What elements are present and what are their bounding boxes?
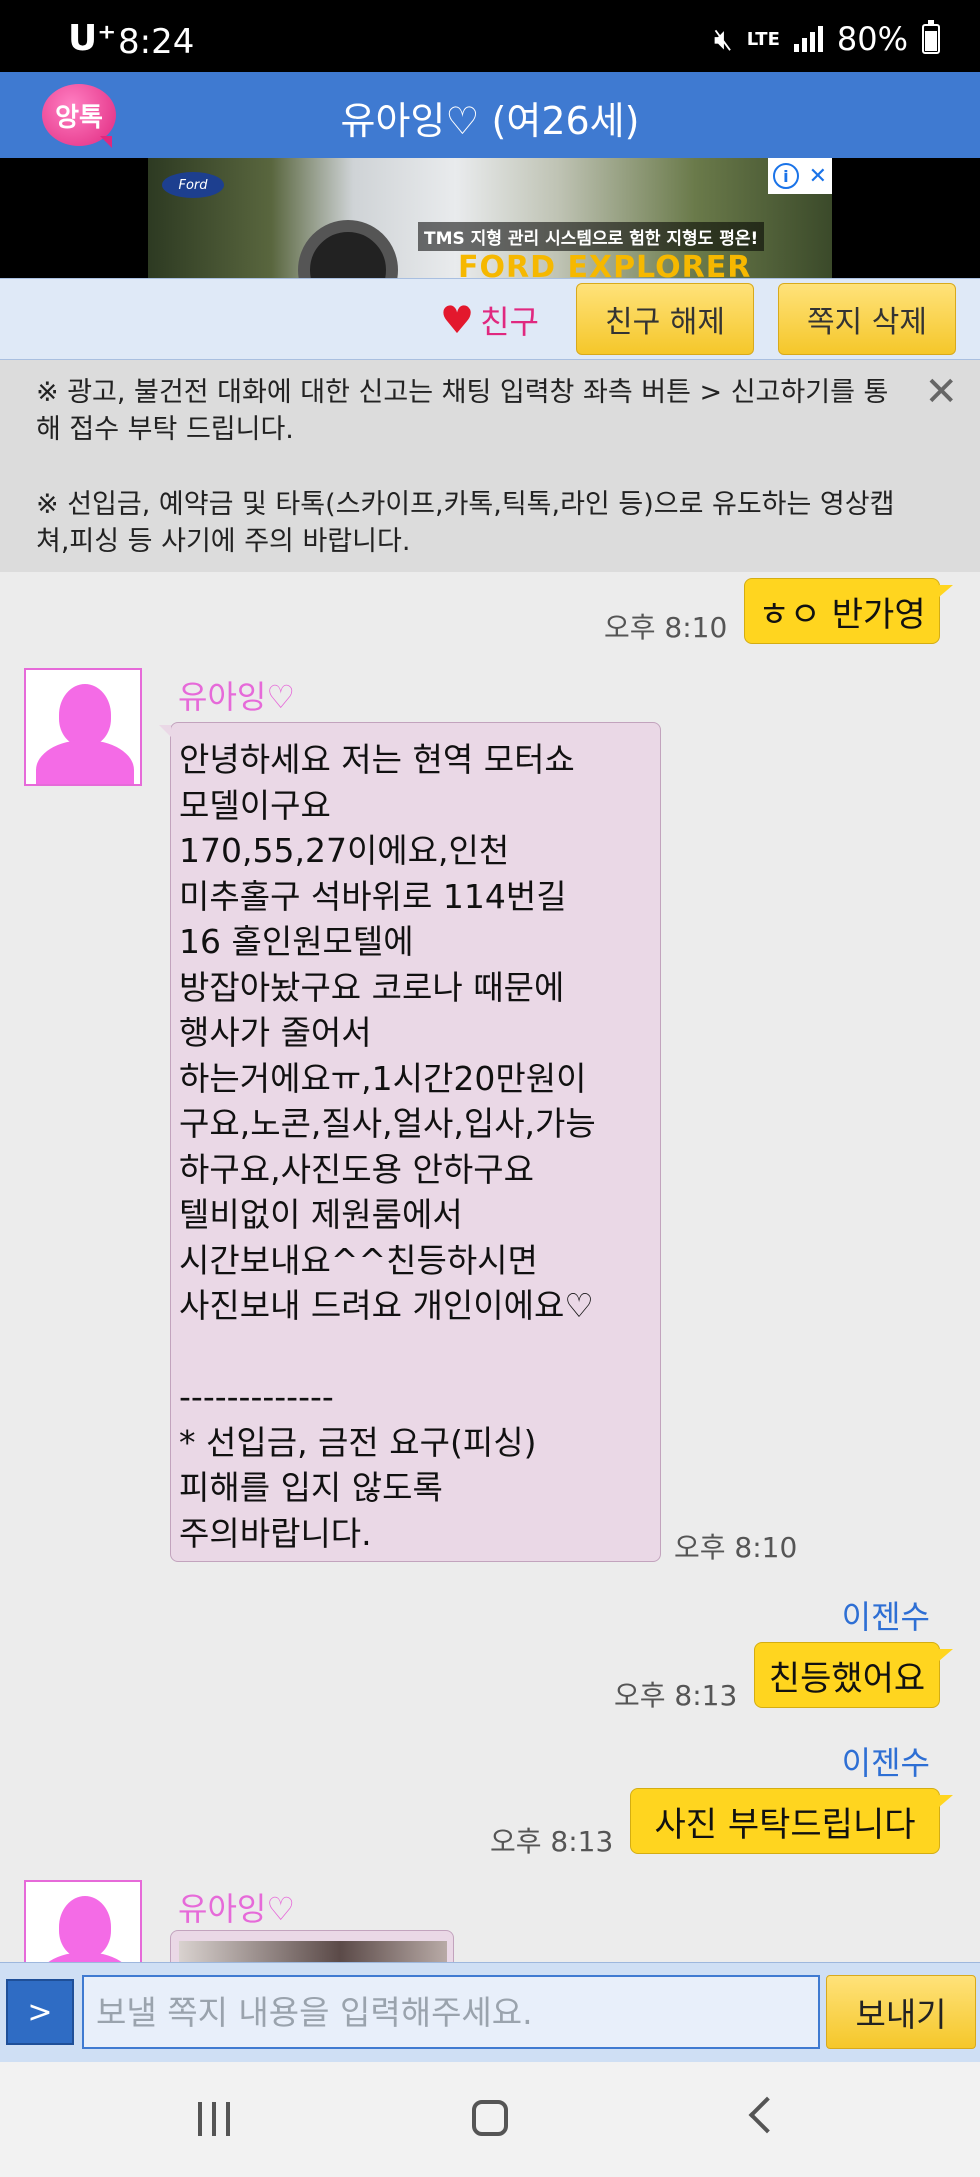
avatar[interactable] bbox=[24, 1880, 142, 1962]
notice-panel: ※ 광고, 불건전 대화에 대한 신고는 채팅 입력창 좌측 버튼 > 신고하기… bbox=[0, 360, 980, 572]
ad-image[interactable]: Ford TMS 지형 관리 시스템으로 험한 지형도 평온! FORD EXP… bbox=[148, 158, 832, 278]
ad-model: FORD EXPLORER bbox=[458, 250, 752, 278]
battery-percent: 80% bbox=[836, 20, 908, 58]
status-time: 8:24 bbox=[118, 22, 195, 62]
message-input[interactable] bbox=[82, 1975, 820, 2049]
ad-choices[interactable]: i ✕ bbox=[768, 158, 832, 194]
sender-name: 이젠수 bbox=[841, 1744, 930, 1782]
back-icon[interactable] bbox=[748, 2096, 786, 2134]
avatar[interactable] bbox=[24, 668, 142, 786]
battery-icon bbox=[922, 20, 940, 54]
recent-apps-icon[interactable] bbox=[198, 2102, 230, 2136]
system-nav-bar bbox=[0, 2062, 980, 2177]
sender-name: 유아잉♡ bbox=[178, 1890, 296, 1928]
close-icon[interactable]: ✕ bbox=[809, 164, 827, 189]
close-icon[interactable]: ✕ bbox=[924, 372, 958, 412]
sender-name: 이젠수 bbox=[841, 1598, 930, 1636]
title-bar: 앙톡 유아잉♡ (여26세) bbox=[0, 72, 980, 158]
friend-status: ♥ 친구 bbox=[440, 297, 539, 343]
status-bar: U⁺ 8:24 🔇︎ LTE 80% bbox=[0, 0, 980, 72]
message-bubble-sent[interactable]: ㅎㅇ 반가영 bbox=[744, 578, 953, 644]
action-bar: ♥ 친구 친구 해제 쪽지 삭제 bbox=[0, 278, 980, 360]
friend-label: 친구 bbox=[480, 303, 539, 341]
input-bar: > 보내기 bbox=[0, 1962, 980, 2062]
message-time: 오후 8:13 bbox=[490, 1825, 614, 1858]
message-bubble-sent[interactable]: 사진 부탁드립니다 bbox=[630, 1788, 953, 1854]
info-icon[interactable]: i bbox=[772, 163, 799, 189]
mute-icon: 🔇︎ bbox=[713, 21, 733, 57]
notice-report: ※ 광고, 불건전 대화에 대한 신고는 채팅 입력창 좌측 버튼 > 신고하기… bbox=[36, 377, 889, 445]
heart-icon: ♥ bbox=[440, 298, 475, 342]
carrier-label: U⁺ bbox=[68, 18, 117, 59]
send-button[interactable]: 보내기 bbox=[826, 1975, 976, 2049]
chat-title: 유아잉♡ (여26세) bbox=[340, 99, 640, 143]
menu-toggle-button[interactable]: > bbox=[6, 1979, 74, 2045]
message-bubble-sent[interactable]: 친등했어요 bbox=[754, 1642, 953, 1708]
signal-icon bbox=[793, 26, 823, 52]
home-icon[interactable] bbox=[472, 2100, 508, 2136]
message-bubble-received[interactable]: 안녕하세요 저는 현역 모터쇼 모델이구요 170,55,27이에요,인천 미추… bbox=[159, 722, 661, 1562]
message-time: 오후 8:10 bbox=[674, 1531, 798, 1564]
network-label: LTE bbox=[746, 28, 780, 50]
message-time: 오후 8:10 bbox=[604, 611, 728, 644]
sender-name: 유아잉♡ bbox=[178, 678, 296, 716]
ad-banner: Ford TMS 지형 관리 시스템으로 험한 지형도 평온! FORD EXP… bbox=[0, 158, 980, 278]
status-icons: 🔇︎ LTE 80% bbox=[714, 20, 940, 58]
notice-scam-warning: ※ 선입금, 예약금 및 타톡(스카이프,카톡,틱톡,라인 등)으로 유도하는 … bbox=[36, 489, 895, 557]
ad-headline: TMS 지형 관리 시스템으로 험한 지형도 평온! bbox=[418, 222, 765, 251]
delete-message-button[interactable]: 쪽지 삭제 bbox=[778, 283, 956, 355]
ford-logo: Ford bbox=[162, 172, 224, 198]
car-wheel bbox=[298, 220, 398, 278]
unfriend-button[interactable]: 친구 해제 bbox=[576, 283, 754, 355]
message-time: 오후 8:13 bbox=[614, 1679, 738, 1712]
